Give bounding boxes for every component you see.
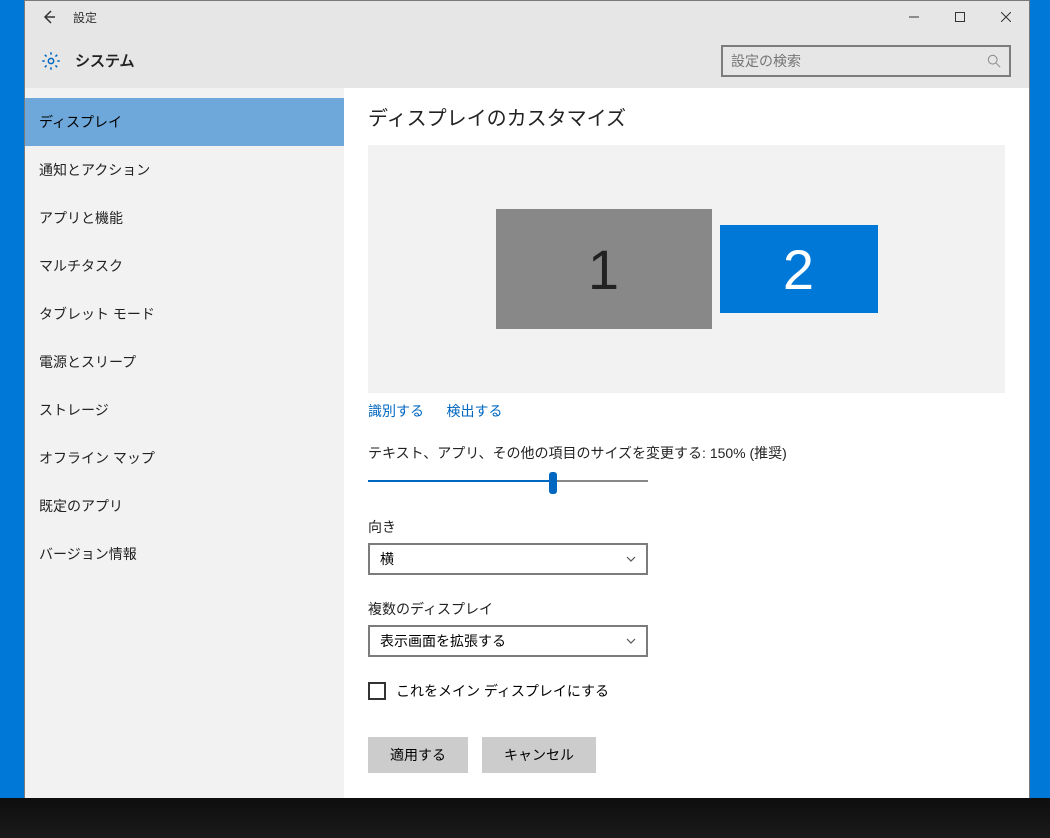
cancel-button[interactable]: キャンセル (482, 737, 596, 773)
settings-window: 設定 システム ディスプレイ 通知とアクション アプリと機能 マルチタスク タ (24, 0, 1030, 808)
multi-display-label: 複数のディスプレイ (368, 599, 1005, 619)
chevron-down-icon (626, 554, 636, 564)
titlebar: 設定 (25, 1, 1029, 33)
slider-thumb[interactable] (549, 472, 557, 494)
gear-icon (41, 51, 61, 71)
monitor-1[interactable]: 1 (496, 209, 712, 329)
orientation-dropdown[interactable]: 横 (368, 543, 648, 575)
button-row: 適用する キャンセル (368, 737, 1005, 773)
sidebar-item-storage[interactable]: ストレージ (25, 386, 344, 434)
chevron-down-icon (626, 636, 636, 646)
close-button[interactable] (983, 1, 1029, 33)
window-controls (891, 1, 1029, 33)
sidebar-item-tablet[interactable]: タブレット モード (25, 290, 344, 338)
sidebar-item-label: バージョン情報 (39, 544, 137, 564)
make-main-row: これをメイン ディスプレイにする (368, 681, 1005, 701)
sidebar-item-default-apps[interactable]: 既定のアプリ (25, 482, 344, 530)
sidebar-item-label: アプリと機能 (39, 208, 123, 228)
orientation-label: 向き (368, 517, 1005, 537)
sidebar-item-label: 既定のアプリ (39, 496, 123, 516)
display-arrange-area[interactable]: 1 2 (368, 145, 1005, 393)
monitor-number: 2 (783, 237, 814, 302)
make-main-label: これをメイン ディスプレイにする (396, 681, 609, 701)
sidebar-item-display[interactable]: ディスプレイ (25, 98, 344, 146)
back-button[interactable] (25, 1, 73, 33)
close-icon (1001, 12, 1011, 22)
page-title: ディスプレイのカスタマイズ (368, 102, 1005, 131)
sidebar-item-label: オフライン マップ (39, 448, 155, 468)
sidebar: ディスプレイ 通知とアクション アプリと機能 マルチタスク タブレット モード … (25, 88, 344, 807)
sidebar-item-maps[interactable]: オフライン マップ (25, 434, 344, 482)
multi-display-dropdown[interactable]: 表示画面を拡張する (368, 625, 648, 657)
window-title: 設定 (73, 9, 97, 26)
taskbar[interactable] (0, 798, 1050, 838)
make-main-checkbox[interactable] (368, 682, 386, 700)
main-content: ディスプレイのカスタマイズ 1 2 識別する 検出する テキスト、アプリ、その他… (344, 88, 1029, 807)
search-box[interactable] (721, 45, 1011, 77)
header-title: システム (75, 50, 135, 71)
sidebar-item-label: タブレット モード (39, 304, 155, 324)
orientation-value: 横 (380, 549, 394, 569)
monitor-number: 1 (588, 237, 619, 302)
slider-track-filled (368, 480, 553, 482)
scale-slider[interactable] (368, 469, 648, 493)
sidebar-item-about[interactable]: バージョン情報 (25, 530, 344, 578)
sidebar-item-power[interactable]: 電源とスリープ (25, 338, 344, 386)
search-icon (987, 54, 1001, 68)
scale-label: テキスト、アプリ、その他の項目のサイズを変更する: 150% (推奨) (368, 443, 1005, 463)
sidebar-item-label: 通知とアクション (39, 160, 150, 180)
header: システム (25, 33, 1029, 88)
display-action-links: 識別する 検出する (368, 401, 1005, 421)
sidebar-item-multitask[interactable]: マルチタスク (25, 242, 344, 290)
sidebar-item-label: 電源とスリープ (39, 352, 136, 372)
sidebar-item-label: ストレージ (39, 400, 109, 420)
maximize-icon (955, 12, 965, 22)
minimize-button[interactable] (891, 1, 937, 33)
detect-link[interactable]: 検出する (446, 403, 502, 419)
sidebar-item-label: マルチタスク (39, 256, 123, 276)
maximize-button[interactable] (937, 1, 983, 33)
body: ディスプレイ 通知とアクション アプリと機能 マルチタスク タブレット モード … (25, 88, 1029, 807)
apply-button[interactable]: 適用する (368, 737, 468, 773)
minimize-icon (909, 12, 919, 22)
sidebar-item-label: ディスプレイ (39, 112, 122, 132)
search-input[interactable] (731, 53, 987, 69)
sidebar-item-notifications[interactable]: 通知とアクション (25, 146, 344, 194)
multi-display-value: 表示画面を拡張する (380, 631, 506, 651)
sidebar-item-apps[interactable]: アプリと機能 (25, 194, 344, 242)
back-arrow-icon (41, 9, 57, 25)
identify-link[interactable]: 識別する (368, 403, 424, 419)
monitor-2[interactable]: 2 (720, 225, 878, 313)
slider-track-empty (553, 480, 648, 482)
